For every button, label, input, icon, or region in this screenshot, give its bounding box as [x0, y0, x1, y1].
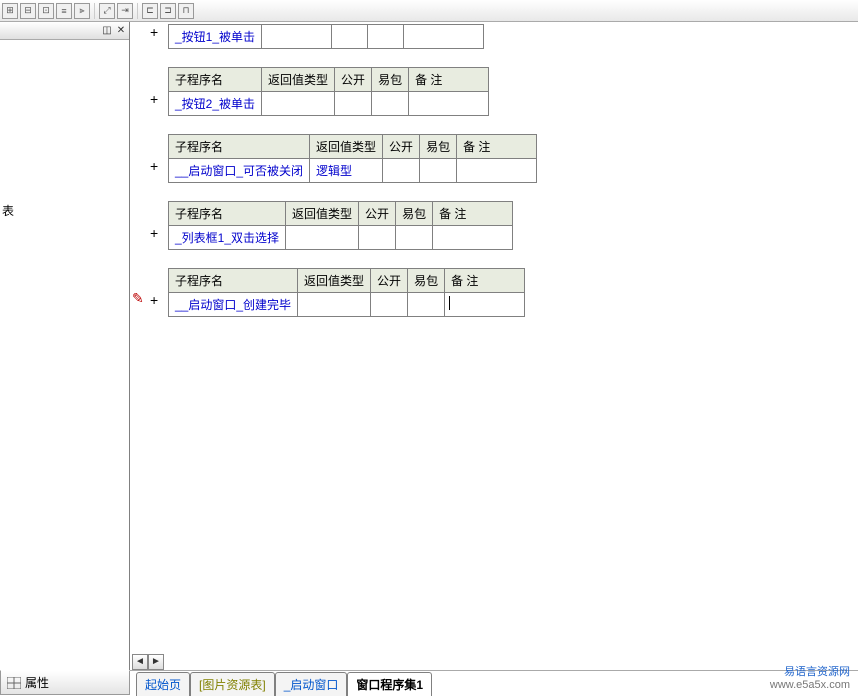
watermark-url: www.e5a5x.com — [770, 679, 850, 692]
code-editor-area[interactable]: +_按钮1_被单击+子程序名返回值类型公开易包备 注_按钮2_被单击+子程序名返… — [130, 22, 858, 670]
watermark: 易语言资源网 www.e5a5x.com — [770, 666, 850, 692]
subroutine-block: +子程序名返回值类型公开易包备 注__启动窗口_可否被关闭逻辑型 — [168, 134, 858, 183]
panel-pin-icon[interactable]: ◫ — [101, 25, 113, 37]
subroutine-block: +子程序名返回值类型公开易包备 注_按钮2_被单击 — [168, 67, 858, 116]
expand-icon[interactable]: + — [150, 91, 158, 107]
column-header: 易包 — [420, 135, 457, 159]
toolbar: ⊞ ⊟ ⊡ ≡ ⫸ ⤢ ⇥ ⊏ ⊐ ⊓ — [0, 0, 858, 22]
column-header: 公开 — [335, 68, 372, 92]
column-header: 公开 — [359, 202, 396, 226]
scroll-right-icon[interactable]: ► — [148, 654, 164, 670]
column-header: 返回值类型 — [298, 269, 371, 293]
return-type-cell[interactable]: 逻辑型 — [310, 159, 383, 183]
public-cell[interactable] — [371, 293, 408, 317]
editor-tab[interactable]: 窗口程序集1 — [347, 672, 432, 696]
properties-button[interactable]: 属性 — [0, 670, 130, 695]
pkg-cell[interactable] — [420, 159, 457, 183]
public-cell[interactable] — [383, 159, 420, 183]
column-header: 易包 — [408, 269, 445, 293]
column-header: 返回值类型 — [310, 135, 383, 159]
pkg-cell[interactable] — [408, 293, 445, 317]
editor-tab[interactable]: 起始页 — [136, 672, 190, 696]
subroutine-table[interactable]: _按钮1_被单击 — [168, 24, 484, 49]
watermark-title: 易语言资源网 — [770, 666, 850, 679]
toolbar-btn-4[interactable]: ≡ — [56, 3, 72, 19]
pkg-cell[interactable] — [368, 25, 404, 49]
panel-side-label: 表 — [2, 202, 14, 219]
column-header: 备 注 — [409, 68, 489, 92]
expand-icon[interactable]: + — [150, 158, 158, 174]
properties-icon — [7, 677, 21, 689]
editor-tab[interactable]: [图片资源表] — [190, 672, 275, 696]
column-header: 返回值类型 — [262, 68, 335, 92]
editor-tab[interactable]: _启动窗口 — [275, 672, 348, 696]
column-header: 备 注 — [433, 202, 513, 226]
left-panel: ◫ ✕ 表 — [0, 22, 130, 670]
toolbar-btn-9[interactable]: ⊐ — [160, 3, 176, 19]
public-cell[interactable] — [335, 92, 372, 116]
column-header: 易包 — [372, 68, 409, 92]
column-header: 备 注 — [457, 135, 537, 159]
toolbar-btn-2[interactable]: ⊟ — [20, 3, 36, 19]
column-header: 易包 — [396, 202, 433, 226]
toolbar-btn-3[interactable]: ⊡ — [38, 3, 54, 19]
column-header: 子程序名 — [169, 269, 298, 293]
subroutine-block: +子程序名返回值类型公开易包备 注_列表框1_双击选择 — [168, 201, 858, 250]
subroutine-name-cell[interactable]: __启动窗口_创建完毕 — [169, 293, 298, 317]
toolbar-btn-10[interactable]: ⊓ — [178, 3, 194, 19]
subroutine-table[interactable]: 子程序名返回值类型公开易包备 注 __启动窗口_可否被关闭逻辑型 — [168, 134, 537, 183]
subroutine-name-cell[interactable]: _按钮2_被单击 — [169, 92, 262, 116]
subroutine-table[interactable]: 子程序名返回值类型公开易包备 注 _按钮2_被单击 — [168, 67, 489, 116]
public-cell[interactable] — [332, 25, 368, 49]
public-cell[interactable] — [359, 226, 396, 250]
return-type-cell[interactable] — [262, 92, 335, 116]
remark-cell[interactable] — [409, 92, 489, 116]
expand-icon[interactable]: + — [150, 292, 158, 308]
subroutine-name-cell[interactable]: _按钮1_被单击 — [169, 25, 262, 49]
expand-icon[interactable]: + — [150, 24, 158, 40]
tabs-area: 起始页[图片资源表]_启动窗口窗口程序集1 — [130, 670, 858, 695]
panel-close-icon[interactable]: ✕ — [115, 25, 127, 37]
remark-cell[interactable] — [404, 25, 484, 49]
column-header: 子程序名 — [169, 135, 310, 159]
remark-cell[interactable] — [457, 159, 537, 183]
subroutine-table[interactable]: 子程序名返回值类型公开易包备 注 _列表框1_双击选择 — [168, 201, 513, 250]
subroutine-table[interactable]: 子程序名返回值类型公开易包备 注 __启动窗口_创建完毕 — [168, 268, 525, 317]
toolbar-btn-5[interactable]: ⫸ — [74, 3, 90, 19]
expand-icon[interactable]: + — [150, 225, 158, 241]
edit-marker-icon: ✎ — [132, 290, 144, 307]
toolbar-btn-8[interactable]: ⊏ — [142, 3, 158, 19]
remark-cell[interactable] — [433, 226, 513, 250]
properties-label: 属性 — [25, 674, 49, 691]
toolbar-btn-6[interactable]: ⤢ — [99, 3, 115, 19]
scroll-left-icon[interactable]: ◄ — [132, 654, 148, 670]
column-header: 备 注 — [445, 269, 525, 293]
return-type-cell[interactable] — [262, 25, 332, 49]
column-header: 公开 — [383, 135, 420, 159]
pkg-cell[interactable] — [396, 226, 433, 250]
remark-cell[interactable] — [445, 293, 525, 317]
subroutine-block: +✎子程序名返回值类型公开易包备 注__启动窗口_创建完毕 — [168, 268, 858, 317]
return-type-cell[interactable] — [286, 226, 359, 250]
return-type-cell[interactable] — [298, 293, 371, 317]
column-header: 公开 — [371, 269, 408, 293]
column-header: 返回值类型 — [286, 202, 359, 226]
subroutine-block: +_按钮1_被单击 — [168, 24, 858, 49]
pkg-cell[interactable] — [372, 92, 409, 116]
toolbar-btn-1[interactable]: ⊞ — [2, 3, 18, 19]
subroutine-name-cell[interactable]: _列表框1_双击选择 — [169, 226, 286, 250]
column-header: 子程序名 — [169, 202, 286, 226]
subroutine-name-cell[interactable]: __启动窗口_可否被关闭 — [169, 159, 310, 183]
toolbar-btn-7[interactable]: ⇥ — [117, 3, 133, 19]
column-header: 子程序名 — [169, 68, 262, 92]
